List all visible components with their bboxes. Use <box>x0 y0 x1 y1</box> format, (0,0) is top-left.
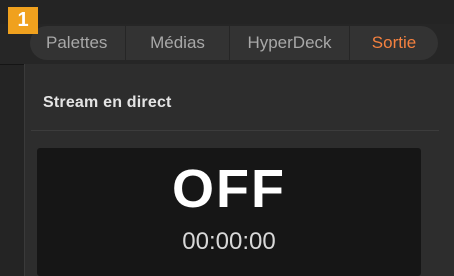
callout-badge: 1 <box>8 7 38 34</box>
tab-sortie[interactable]: Sortie <box>350 26 438 60</box>
stream-status: OFF <box>172 159 286 219</box>
output-panel: Stream en direct OFF 00:00:00 <box>24 64 454 276</box>
tab-hyperdeck[interactable]: HyperDeck <box>230 26 350 60</box>
section-divider <box>31 130 439 131</box>
tab-bar: Palettes Médias HyperDeck Sortie <box>0 24 454 65</box>
tab-strip: Palettes Médias HyperDeck Sortie <box>30 26 438 60</box>
tab-palettes[interactable]: Palettes <box>30 26 126 60</box>
stream-status-display: OFF 00:00:00 <box>37 148 421 276</box>
stream-timecode: 00:00:00 <box>182 228 276 255</box>
section-title-live-stream: Stream en direct <box>43 94 172 111</box>
tab-medias[interactable]: Médias <box>126 26 230 60</box>
software-control-panel: 1 Palettes Médias HyperDeck Sortie Strea… <box>0 0 454 276</box>
